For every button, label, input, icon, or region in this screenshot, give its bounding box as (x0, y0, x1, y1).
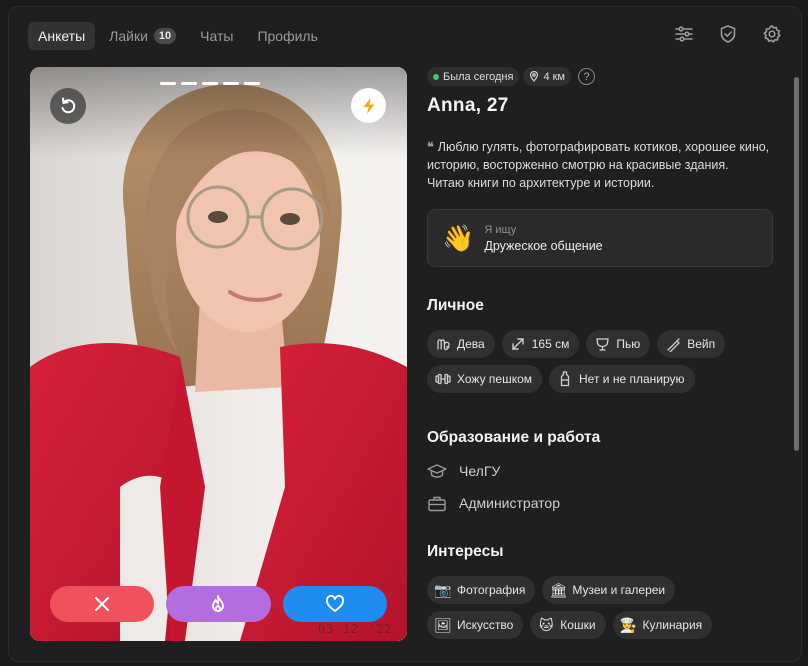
undo-icon (61, 97, 76, 114)
tab-label: Профиль (257, 28, 318, 44)
interest-chip: 🖼 Искусство (427, 611, 524, 639)
swipe-actions (50, 586, 387, 622)
cat-icon: 🐱 (538, 616, 554, 633)
scrollbar[interactable] (794, 77, 799, 451)
chip-label: Искусство (457, 618, 514, 632)
interest-chip: 🏛 Музеи и галереи (542, 576, 676, 604)
chip-label: Дева (457, 337, 485, 351)
online-status-badge: Была сегодня (427, 67, 520, 86)
tab-profile[interactable]: Профиль (247, 22, 327, 50)
profile-photo (30, 67, 407, 641)
photo-date-stamp: 03 12 '22 (318, 622, 393, 636)
chip-label: Кулинария (642, 618, 703, 632)
tab-label: Анкеты (38, 28, 86, 44)
graduation-cap-icon (427, 464, 447, 478)
chip-smoking: Вейп (657, 330, 726, 358)
heart-icon (325, 594, 344, 612)
chip-label: Вейп (687, 337, 716, 351)
chip-activity: Хожу пешком (427, 365, 543, 393)
zodiac-icon (435, 336, 451, 352)
profile-photo-card[interactable]: 03 12 '22 (30, 67, 407, 641)
quote-icon: ❝ (427, 139, 434, 154)
profile-name: Anna, 27 (427, 95, 509, 116)
looking-for-label: Я ищу (484, 223, 517, 236)
chip-kids: Нет и не планирую (549, 365, 695, 393)
framed-picture-icon: 🖼 (434, 616, 452, 633)
chip-label: Хожу пешком (457, 372, 533, 386)
vape-icon (665, 336, 681, 352)
help-icon[interactable]: ? (578, 68, 595, 85)
top-actions (673, 23, 783, 45)
top-nav: Анкеты Лайки 10 Чаты Профиль (28, 21, 328, 51)
interest-chip: 🐱 Кошки (530, 611, 606, 639)
dislike-button[interactable] (50, 586, 155, 622)
section-title-education: Образование и работа (427, 429, 601, 446)
museum-icon: 🏛 (549, 581, 568, 598)
tab-profiles[interactable]: Анкеты (28, 22, 96, 50)
profile-bio: ❝ Люблю гулять, фотографировать котиков, … (427, 138, 775, 192)
interest-chip: 👩‍🍳 Кулинария (612, 611, 713, 639)
app-window: Анкеты Лайки 10 Чаты Профиль 03 12 '22 Б… (8, 6, 802, 662)
tab-chats[interactable]: Чаты (190, 22, 243, 50)
cook-icon: 👩‍🍳 (619, 616, 638, 633)
pagination-dot[interactable] (202, 82, 218, 85)
photo-pagination (160, 82, 260, 85)
tab-label: Чаты (200, 28, 234, 44)
chip-drinking: Пью (586, 330, 651, 358)
chip-height: 165 см (501, 330, 580, 358)
distance-text: 4 км (543, 70, 565, 83)
tab-label: Лайки (109, 28, 148, 44)
section-title-interests: Интересы (427, 543, 504, 560)
gear-icon[interactable] (761, 23, 783, 45)
profile-meta: Была сегодня 4 км ? (427, 67, 775, 86)
chip-label: Музеи и галереи (572, 583, 666, 597)
boost-button[interactable] (351, 88, 386, 123)
distance-badge: 4 км (523, 67, 571, 86)
bio-text: Люблю гулять, фотографировать котиков, х… (427, 140, 770, 190)
section-title-personal: Личное (427, 297, 484, 314)
chip-label: 165 см (531, 337, 570, 351)
shield-icon[interactable] (717, 23, 739, 45)
education-row: ЧелГУ (427, 461, 775, 481)
close-icon (95, 597, 110, 611)
job-row: Администратор (427, 493, 775, 513)
chip-label: Кошки (560, 618, 596, 632)
job-text: Администратор (459, 495, 561, 511)
briefcase-icon (428, 496, 446, 511)
online-dot-icon (433, 73, 439, 80)
waving-hand-icon: 👋 (442, 223, 475, 253)
likes-count-badge: 10 (153, 28, 177, 44)
flame-icon (212, 595, 225, 612)
chip-label: Фотография (457, 583, 526, 597)
tab-likes[interactable]: Лайки 10 (99, 22, 186, 50)
status-text: Была сегодня (443, 70, 514, 83)
height-icon (510, 336, 526, 352)
looking-for-card: 👋 Я ищу Дружеское общение (427, 209, 773, 267)
chip-zodiac: Дева (427, 330, 495, 358)
filters-icon[interactable] (673, 23, 695, 45)
drink-icon (594, 336, 610, 352)
dumbbell-icon (435, 371, 451, 387)
chip-label: Нет и не планирую (579, 372, 685, 386)
location-pin-icon (530, 71, 539, 82)
interest-chips: 📷 Фотография 🏛 Музеи и галереи 🖼 Искусство … (427, 576, 747, 639)
school-text: ЧелГУ (459, 463, 501, 479)
interest-chip: 📷 Фотография (427, 576, 536, 604)
undo-button[interactable] (50, 88, 86, 124)
pagination-dot[interactable] (223, 82, 239, 85)
lightning-icon (363, 97, 374, 114)
pagination-dot[interactable] (181, 82, 197, 85)
looking-for-value: Дружеское общение (484, 238, 603, 253)
personal-chips: Дева 165 см Пью Вейп Хожу пешком Нет и н… (427, 330, 747, 393)
bottle-icon (557, 371, 573, 387)
like-button[interactable] (282, 586, 387, 622)
chip-label: Пью (616, 337, 641, 351)
pagination-dot[interactable] (160, 82, 176, 85)
camera-icon: 📷 (434, 581, 452, 598)
super-like-button[interactable] (166, 586, 271, 622)
profile-info: Была сегодня 4 км ? Anna, 27 ❝ Люблю гуля… (427, 67, 775, 661)
pagination-dot[interactable] (244, 82, 260, 85)
